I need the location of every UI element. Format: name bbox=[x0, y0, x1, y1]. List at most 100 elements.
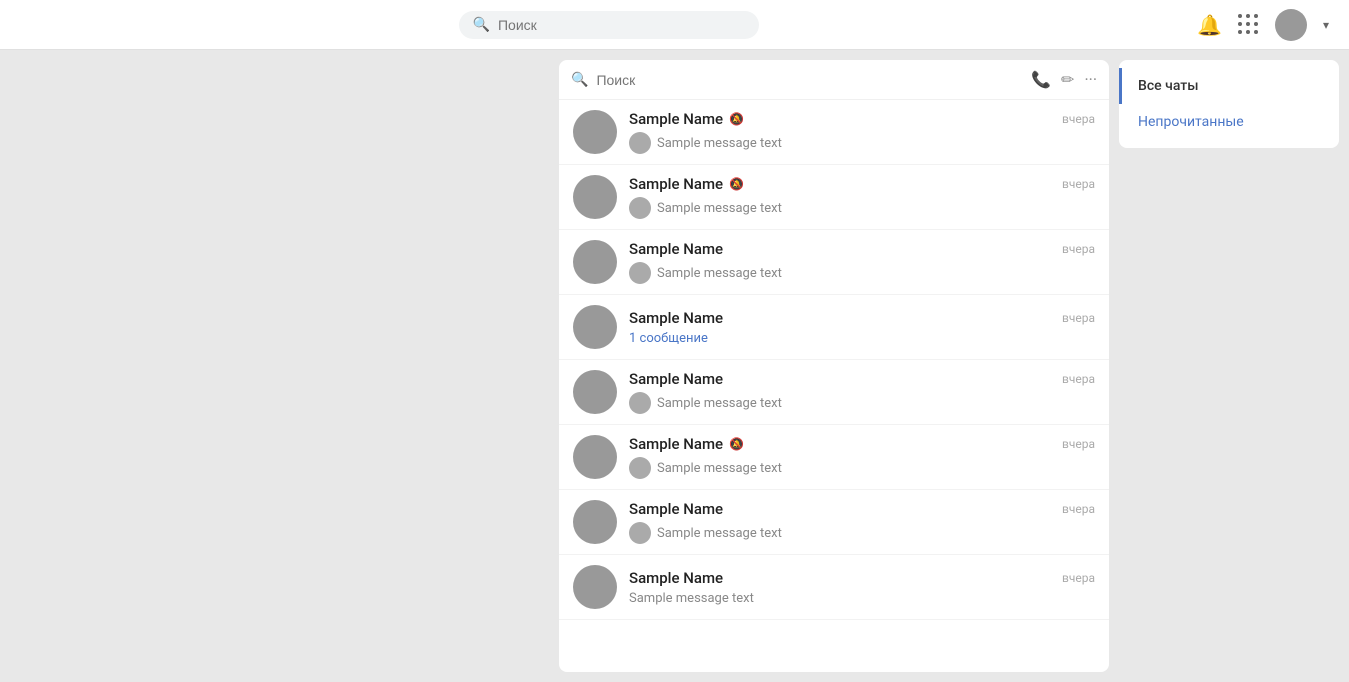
chat-time: вчера bbox=[1062, 502, 1095, 516]
chat-name-left: Sample Name bbox=[629, 569, 723, 587]
notification-bell-icon[interactable]: 🔔 bbox=[1197, 13, 1222, 37]
header-right-icons: 🔔 ▾ bbox=[1197, 9, 1329, 41]
chat-name-row: Sample Name вчера bbox=[629, 309, 1095, 327]
chat-info: Sample Name вчера Sample message text bbox=[629, 500, 1095, 544]
chat-message-row: Sample message text bbox=[629, 457, 1095, 479]
header-search-input[interactable] bbox=[498, 17, 745, 33]
chat-name: Sample Name bbox=[629, 110, 723, 128]
chat-list-item[interactable]: Sample Nameвчера Sample message text bbox=[559, 360, 1109, 425]
chat-message-row: Sample message text bbox=[629, 262, 1095, 284]
chat-info: Sample Name 🔕 вчера Sample message text bbox=[629, 435, 1095, 479]
chat-time: вчера bbox=[1062, 177, 1095, 191]
chat-message-row: Sample message text bbox=[629, 522, 1095, 544]
chat-unread-badge: 1 сообщение bbox=[629, 331, 708, 346]
chat-list-item[interactable]: Sample Name вчера Sample message text bbox=[559, 490, 1109, 555]
left-spacer bbox=[10, 60, 549, 672]
chat-message-text: Sample message text bbox=[657, 461, 782, 476]
chat-name: Sample Name bbox=[629, 569, 723, 587]
chat-name-row: Sample Nameвчера bbox=[629, 240, 1095, 258]
chat-toolbar-icons: 📞 ✏ ··· bbox=[1031, 70, 1097, 89]
chat-avatar bbox=[573, 500, 617, 544]
chat-avatar bbox=[573, 565, 617, 609]
chat-name-left: Sample Name bbox=[629, 309, 723, 327]
chat-info: Sample Name 🔕 вчера Sample message text bbox=[629, 110, 1095, 154]
filter-unread[interactable]: Непрочитанные bbox=[1119, 104, 1339, 140]
chat-name: Sample Name bbox=[629, 309, 723, 327]
filter-panel: Все чатыНепрочитанные bbox=[1119, 60, 1339, 148]
chat-name-row: Sample Name вчера bbox=[629, 500, 1095, 518]
header-search-icon: 🔍 bbox=[473, 17, 490, 33]
chat-info: Sample Name вчера Sample message text bbox=[629, 569, 1095, 606]
chat-message-text: Sample message text bbox=[657, 266, 782, 281]
more-options-icon[interactable]: ··· bbox=[1084, 70, 1097, 89]
message-sender-avatar bbox=[629, 262, 651, 284]
chat-name-left: Sample Name 🔕 bbox=[629, 110, 744, 128]
chat-message-row: 1 сообщение bbox=[629, 331, 1095, 346]
mute-icon: 🔕 bbox=[729, 177, 744, 191]
apps-grid-icon[interactable] bbox=[1238, 14, 1259, 35]
message-sender-avatar bbox=[629, 132, 651, 154]
chat-time: вчера bbox=[1062, 571, 1095, 585]
chat-time: вчера bbox=[1062, 437, 1095, 451]
message-sender-avatar bbox=[629, 392, 651, 414]
chat-info: Sample Nameвчера Sample message text bbox=[629, 370, 1095, 414]
mute-icon: 🔕 bbox=[729, 437, 744, 451]
chat-time: вчера bbox=[1062, 311, 1095, 325]
chat-name-left: Sample Name 🔕 bbox=[629, 435, 744, 453]
chat-time: вчера bbox=[1062, 112, 1095, 126]
chat-message-row: Sample message text bbox=[629, 591, 1095, 606]
chat-avatar bbox=[573, 175, 617, 219]
chat-panel: 🔍 📞 ✏ ··· Sample Name 🔕 вчера Sample messag… bbox=[559, 60, 1109, 672]
chat-list-item[interactable]: Sample Name вчера 1 сообщение bbox=[559, 295, 1109, 360]
chat-info: Sample Name вчера 1 сообщение bbox=[629, 309, 1095, 346]
chat-avatar bbox=[573, 435, 617, 479]
chat-name: Sample Name bbox=[629, 240, 723, 258]
message-sender-avatar bbox=[629, 197, 651, 219]
chat-name-row: Sample Name 🔕 вчера bbox=[629, 435, 1095, 453]
app-header: 🔍 🔔 ▾ bbox=[0, 0, 1349, 50]
chat-name-left: Sample Name bbox=[629, 240, 723, 258]
chat-name: Sample Name bbox=[629, 500, 723, 518]
chat-name: Sample Name bbox=[629, 175, 723, 193]
chat-name: Sample Name bbox=[629, 435, 723, 453]
chat-list-item[interactable]: Sample Name 🔕 вчера Sample message text bbox=[559, 165, 1109, 230]
chat-message-row: Sample message text bbox=[629, 392, 1095, 414]
chat-message-text: Sample message text bbox=[629, 591, 754, 606]
chevron-down-icon[interactable]: ▾ bbox=[1323, 18, 1329, 32]
user-avatar[interactable] bbox=[1275, 9, 1307, 41]
message-sender-avatar bbox=[629, 457, 651, 479]
message-sender-avatar bbox=[629, 522, 651, 544]
filter-all-chats[interactable]: Все чаты bbox=[1119, 68, 1339, 104]
chat-list-item[interactable]: Sample Name 🔕 вчера Sample message text bbox=[559, 425, 1109, 490]
chat-name-left: Sample Name 🔕 bbox=[629, 175, 744, 193]
chat-avatar bbox=[573, 370, 617, 414]
chat-list: Sample Name🔕вчераSample message textSamp… bbox=[559, 100, 1109, 672]
chat-avatar bbox=[573, 305, 617, 349]
chat-search-bar: 🔍 📞 ✏ ··· bbox=[559, 60, 1109, 100]
chat-message-text: Sample message text bbox=[657, 201, 782, 216]
chat-message-row: Sample message text bbox=[629, 132, 1095, 154]
main-content: 🔍 📞 ✏ ··· Sample Name 🔕 вчера Sample messag… bbox=[0, 50, 1349, 682]
chat-name-row: Sample Nameвчера bbox=[629, 370, 1095, 388]
chat-list-item[interactable]: Sample Name вчера Sample message text bbox=[559, 555, 1109, 620]
chat-name-row: Sample Name 🔕 вчера bbox=[629, 110, 1095, 128]
chat-list-item[interactable]: Sample Name 🔕 вчера Sample message text bbox=[559, 100, 1109, 165]
chat-search-icon: 🔍 bbox=[571, 72, 588, 88]
chat-name-left: Sample Name bbox=[629, 500, 723, 518]
chat-message-text: Sample message text bbox=[657, 396, 782, 411]
chat-search-input[interactable] bbox=[596, 72, 1023, 88]
edit-icon[interactable]: ✏ bbox=[1061, 70, 1074, 89]
chat-name-row: Sample Name вчера bbox=[629, 569, 1095, 587]
phone-icon[interactable]: 📞 bbox=[1031, 70, 1051, 89]
chat-name: Sample Name bbox=[629, 370, 723, 388]
chat-avatar bbox=[573, 110, 617, 154]
chat-list-item[interactable]: Sample Nameвчера Sample message text bbox=[559, 230, 1109, 295]
header-search-box[interactable]: 🔍 bbox=[459, 11, 759, 39]
chat-name-left: Sample Name bbox=[629, 370, 723, 388]
chat-avatar bbox=[573, 240, 617, 284]
mute-icon: 🔕 bbox=[729, 112, 744, 126]
chat-message-text: Sample message text bbox=[657, 526, 782, 541]
chat-message-text: Sample message text bbox=[657, 136, 782, 151]
chat-info: Sample Nameвчера Sample message text bbox=[629, 240, 1095, 284]
chat-name-row: Sample Name 🔕 вчера bbox=[629, 175, 1095, 193]
